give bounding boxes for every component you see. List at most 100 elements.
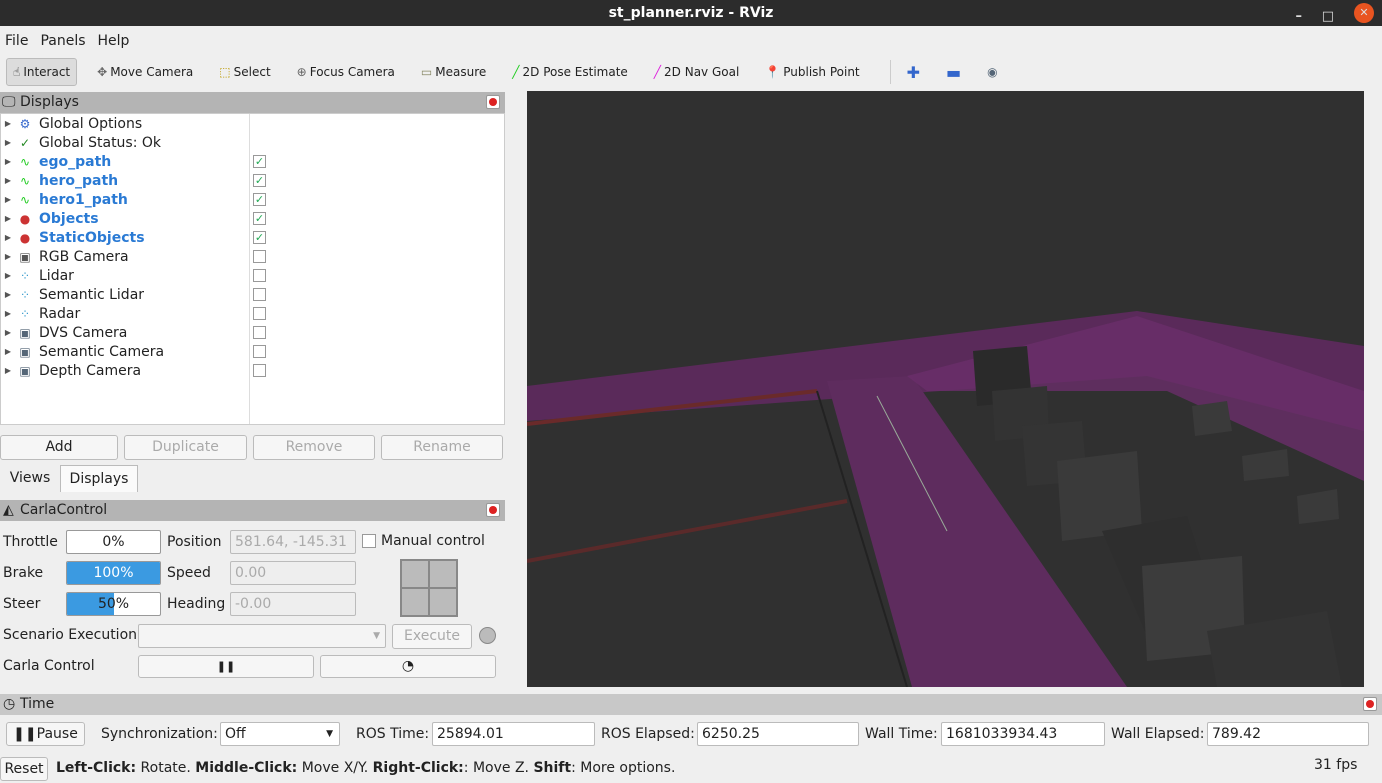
tool-2d-nav-goal[interactable]: ╱ 2D Nav Goal xyxy=(648,58,746,86)
display-item[interactable]: ▶ ∿ hero_path ✓ xyxy=(1,171,504,190)
direction-pad[interactable] xyxy=(400,559,458,617)
maximize-button[interactable]: □ xyxy=(1322,4,1334,30)
rename-button[interactable]: Rename xyxy=(381,435,503,460)
expand-arrow-icon[interactable]: ▶ xyxy=(1,119,15,128)
expand-arrow-icon[interactable]: ▶ xyxy=(1,252,15,261)
tool-2d-pose-estimate[interactable]: ╱ 2D Pose Estimate xyxy=(506,58,634,86)
carla-control-label: Carla Control xyxy=(3,658,95,674)
expand-arrow-icon[interactable]: ▶ xyxy=(1,157,15,166)
pause-button[interactable]: ❚❚ xyxy=(138,655,314,678)
pause-time-button[interactable]: ❚❚Pause xyxy=(6,722,85,746)
enable-checkbox[interactable] xyxy=(253,250,266,263)
expand-arrow-icon[interactable]: ▶ xyxy=(1,366,15,375)
close-button[interactable]: ✕ xyxy=(1354,3,1374,23)
3d-render-view[interactable] xyxy=(526,91,1364,688)
zoom-in-icon[interactable]: ✚ xyxy=(901,58,926,86)
enable-checkbox[interactable] xyxy=(253,326,266,339)
tool-move-camera[interactable]: ✥ Move Camera xyxy=(91,58,199,86)
close-panel-button[interactable] xyxy=(486,95,500,109)
remove-button[interactable]: Remove xyxy=(253,435,375,460)
path-icon: ∿ xyxy=(19,173,31,188)
throttle-label: Throttle xyxy=(3,534,58,550)
execute-button[interactable]: Execute xyxy=(392,624,472,649)
building xyxy=(1242,449,1289,481)
enable-checkbox[interactable] xyxy=(253,288,266,301)
tab-displays[interactable]: Displays xyxy=(60,465,138,492)
display-item[interactable]: ▶ ⚙ Global Options xyxy=(1,114,504,133)
display-item[interactable]: ▶ ⁘ Lidar xyxy=(1,266,504,285)
map-pin-icon: 📍 xyxy=(765,65,781,79)
display-item[interactable]: ▶ ▣ DVS Camera xyxy=(1,323,504,342)
display-item[interactable]: ▶ ⁘ Semantic Lidar xyxy=(1,285,504,304)
eye-icon[interactable]: ◉ xyxy=(981,58,1003,86)
enable-checkbox[interactable] xyxy=(253,364,266,377)
add-button[interactable]: Add xyxy=(0,435,118,460)
brake-label: Brake xyxy=(3,565,44,581)
enable-checkbox[interactable]: ✓ xyxy=(253,174,266,187)
enable-checkbox[interactable] xyxy=(253,307,266,320)
display-item[interactable]: ▶ ● Objects ✓ xyxy=(1,209,504,228)
tool-interact[interactable]: ☝ Interact xyxy=(6,58,78,86)
display-item[interactable]: ▶ ⁘ Radar xyxy=(1,304,504,323)
tool-publish-point[interactable]: 📍 Publish Point xyxy=(759,58,865,86)
expand-arrow-icon[interactable]: ▶ xyxy=(1,195,15,204)
menu-file[interactable]: File xyxy=(5,30,28,52)
close-panel-button[interactable] xyxy=(486,503,500,517)
expand-arrow-icon[interactable]: ▶ xyxy=(1,328,15,337)
scenario-label: Scenario Execution xyxy=(3,627,138,643)
display-item[interactable]: ▶ ∿ hero1_path ✓ xyxy=(1,190,504,209)
expand-arrow-icon[interactable]: ▶ xyxy=(1,138,15,147)
curb xyxy=(526,499,848,563)
tab-views[interactable]: Views xyxy=(0,465,60,491)
enable-checkbox[interactable]: ✓ xyxy=(253,212,266,225)
expand-arrow-icon[interactable]: ▶ xyxy=(1,347,15,356)
display-item[interactable]: ▶ ● StaticObjects ✓ xyxy=(1,228,504,247)
minimize-button[interactable]: – xyxy=(1296,4,1303,30)
expand-arrow-icon[interactable]: ▶ xyxy=(1,233,15,242)
ros-time-field: 25894.01 xyxy=(432,722,595,746)
duplicate-button[interactable]: Duplicate xyxy=(124,435,247,460)
expand-arrow-icon[interactable]: ▶ xyxy=(1,309,15,318)
displays-panel: 🖵 Displays xyxy=(0,92,505,113)
focus-camera-icon: ⊕ xyxy=(296,65,307,79)
zoom-out-icon[interactable]: ▬ xyxy=(940,58,967,86)
speed-field: 0.00 xyxy=(230,561,356,585)
enable-checkbox[interactable]: ✓ xyxy=(253,193,266,206)
enable-checkbox[interactable] xyxy=(253,345,266,358)
tool-focus-camera[interactable]: ⊕ Focus Camera xyxy=(291,58,401,86)
display-item[interactable]: ▶ ▣ RGB Camera xyxy=(1,247,504,266)
hand-icon: ☝ xyxy=(13,65,21,79)
enable-checkbox[interactable]: ✓ xyxy=(253,155,266,168)
expand-arrow-icon[interactable]: ▶ xyxy=(1,290,15,299)
menu-help[interactable]: Help xyxy=(98,30,130,52)
enable-checkbox[interactable] xyxy=(253,269,266,282)
menu-bar: File Panels Help xyxy=(0,30,129,52)
sync-label: Synchronization: xyxy=(101,726,218,742)
display-item[interactable]: ▶ ▣ Depth Camera xyxy=(1,361,504,380)
pointcloud-icon: ⁘ xyxy=(19,268,31,283)
manual-control-checkbox[interactable] xyxy=(362,534,376,548)
display-item[interactable]: ▶ ▣ Semantic Camera xyxy=(1,342,504,361)
step-once-button[interactable]: ◔ xyxy=(320,655,496,678)
close-panel-button[interactable] xyxy=(1363,697,1377,711)
expand-arrow-icon[interactable]: ▶ xyxy=(1,176,15,185)
tool-measure[interactable]: ▭ Measure xyxy=(415,58,492,86)
expand-arrow-icon[interactable]: ▶ xyxy=(1,271,15,280)
ruler-icon: ▭ xyxy=(420,65,433,79)
menu-panels[interactable]: Panels xyxy=(40,30,85,52)
scenario-select[interactable]: ▼ xyxy=(138,624,386,648)
expand-arrow-icon[interactable]: ▶ xyxy=(1,214,15,223)
display-item[interactable]: ▶ ✓ Global Status: Ok xyxy=(1,133,504,152)
building xyxy=(1297,489,1339,524)
status-indicator xyxy=(479,627,496,644)
tool-select[interactable]: ⬚ Select xyxy=(213,58,276,86)
heading-field: -0.00 xyxy=(230,592,356,616)
image-icon: ▣ xyxy=(19,325,31,340)
reset-button[interactable]: Reset xyxy=(0,757,48,781)
enable-checkbox[interactable]: ✓ xyxy=(253,231,266,244)
sync-select[interactable]: Off ▼ xyxy=(220,722,340,746)
image-icon: ▣ xyxy=(19,344,31,359)
display-item[interactable]: ▶ ∿ ego_path ✓ xyxy=(1,152,504,171)
wall-time-field: 1681033934.43 xyxy=(941,722,1105,746)
chevron-down-icon: ▼ xyxy=(326,729,333,739)
